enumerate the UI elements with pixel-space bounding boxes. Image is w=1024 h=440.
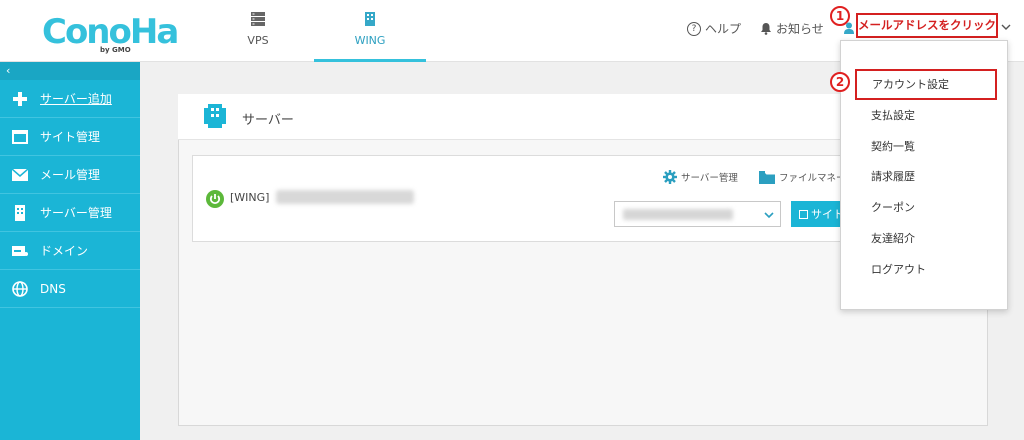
sidebar-item-server-management[interactable]: サーバー管理 (0, 194, 140, 232)
sidebar-item-site-management[interactable]: サイト管理 (0, 118, 140, 156)
logo-sub: by GMO (100, 46, 131, 54)
account-email-button[interactable]: メールアドレスをクリック (856, 13, 998, 38)
chevron-left-icon: ‹ (6, 64, 11, 77)
sidebar-item-label: DNS (40, 281, 66, 296)
menu-item-payment-settings[interactable]: 支払設定 (841, 100, 1009, 131)
help-label: ヘルプ (705, 22, 742, 36)
menu-item-friend-referral[interactable]: 友達紹介 (841, 223, 1009, 254)
menu-item-billing-history[interactable]: 請求履歴 (841, 161, 1009, 192)
panel-title: サーバー (242, 113, 294, 128)
plus-icon (0, 91, 40, 106)
sidebar-item-add-server[interactable]: サーバー追加 (0, 80, 140, 118)
file-manager-label: ファイルマネー (779, 173, 846, 184)
server-name: [WING] (230, 191, 270, 204)
menu-item-account-settings[interactable]: アカウント設定 (855, 69, 997, 100)
menu-item-coupon[interactable]: クーポン (841, 192, 1009, 223)
question-icon: ? (687, 21, 701, 36)
user-icon (844, 22, 854, 34)
window-icon (799, 209, 808, 219)
help-link[interactable]: ? ヘルプ (687, 20, 741, 37)
bell-icon (761, 23, 771, 35)
site-button[interactable]: サイト (791, 201, 846, 227)
tab-wing[interactable]: WING (314, 0, 426, 62)
server-management-link[interactable]: サーバー管理 (663, 170, 738, 184)
sidebar: ‹ サーバー追加 サイト管理 メール管理 サーバー管理 ドメイン DNS (0, 62, 140, 440)
sidebar-collapse-button[interactable]: ‹ (0, 62, 140, 80)
gear-icon (663, 170, 677, 184)
mail-icon (0, 168, 40, 181)
tab-vps[interactable]: VPS (202, 0, 314, 62)
chevron-down-icon (764, 212, 774, 219)
server-building-icon (204, 104, 226, 128)
globe-icon (0, 280, 40, 297)
sidebar-item-label: サーバー管理 (40, 206, 112, 220)
server-hostname-redacted (276, 190, 414, 204)
domain-select[interactable] (614, 201, 781, 227)
vps-server-icon (251, 12, 265, 26)
power-icon[interactable] (206, 190, 224, 208)
sidebar-item-label: サイト管理 (40, 130, 101, 144)
domain-icon (0, 245, 40, 257)
sidebar-item-label: ドメイン (40, 244, 89, 258)
notice-link[interactable]: お知らせ (760, 20, 824, 37)
server-management-label: サーバー管理 (681, 173, 738, 184)
sidebar-item-label: サーバー追加 (40, 92, 112, 106)
sidebar-item-domain[interactable]: ドメイン (0, 232, 140, 270)
account-dropdown-menu: アカウント設定 支払設定 契約一覧 請求履歴 クーポン 友達紹介 ログアウト (840, 40, 1008, 310)
sidebar-item-label: メール管理 (40, 168, 101, 182)
notice-label: お知らせ (776, 22, 824, 36)
step-marker-2: 2 (830, 72, 850, 92)
server-icon (0, 204, 40, 221)
tab-vps-label: VPS (247, 34, 269, 47)
sidebar-item-dns[interactable]: DNS (0, 270, 140, 308)
window-icon (0, 129, 40, 144)
wing-building-icon (365, 12, 375, 26)
menu-item-logout[interactable]: ログアウト (841, 254, 1009, 285)
conoha-logo[interactable]: ConoHa by GMO (42, 10, 179, 56)
selected-domain-redacted (623, 209, 733, 220)
chevron-down-icon[interactable] (1001, 22, 1011, 32)
tab-wing-label: WING (354, 34, 386, 47)
sidebar-item-mail-management[interactable]: メール管理 (0, 156, 140, 194)
file-manager-link[interactable]: ファイルマネー (759, 170, 846, 184)
folder-icon (759, 170, 775, 184)
menu-item-contracts[interactable]: 契約一覧 (841, 131, 1009, 162)
